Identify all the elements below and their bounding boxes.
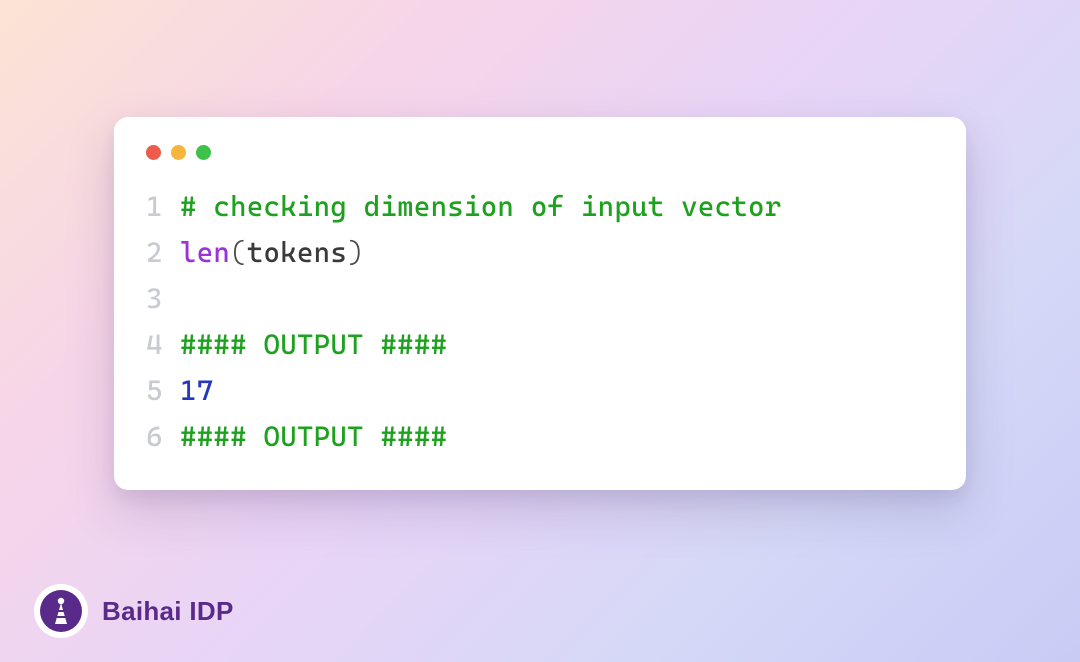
code-line: 6#### OUTPUT #### — [146, 414, 934, 460]
code-line: 1# checking dimension of input vector — [146, 184, 934, 230]
code-line: 4#### OUTPUT #### — [146, 322, 934, 368]
line-number: 2 — [146, 230, 180, 276]
code-token: # checking dimension of input vector — [180, 190, 781, 223]
line-content: #### OUTPUT #### — [180, 322, 447, 368]
window-controls — [146, 145, 934, 160]
line-number: 6 — [146, 414, 180, 460]
code-token: ( — [230, 236, 247, 269]
code-token: #### OUTPUT #### — [180, 328, 447, 361]
brand-logo — [34, 584, 88, 638]
code-line: 517 — [146, 368, 934, 414]
code-window: 1# checking dimension of input vector2le… — [114, 117, 966, 490]
line-content: #### OUTPUT #### — [180, 414, 447, 460]
code-token: tokens — [247, 236, 347, 269]
minimize-icon[interactable] — [171, 145, 186, 160]
branding: Baihai IDP — [34, 584, 234, 638]
maximize-icon[interactable] — [196, 145, 211, 160]
code-token: ) — [347, 236, 364, 269]
code-line: 3 — [146, 276, 934, 322]
brand-text: Baihai IDP — [102, 596, 234, 627]
line-number: 1 — [146, 184, 180, 230]
code-token: #### OUTPUT #### — [180, 420, 447, 453]
line-number: 4 — [146, 322, 180, 368]
line-number: 3 — [146, 276, 180, 322]
code-area: 1# checking dimension of input vector2le… — [146, 184, 934, 460]
line-content: 17 — [180, 368, 213, 414]
lighthouse-icon — [40, 590, 82, 632]
close-icon[interactable] — [146, 145, 161, 160]
line-content: len(tokens) — [180, 230, 364, 276]
code-line: 2len(tokens) — [146, 230, 934, 276]
line-number: 5 — [146, 368, 180, 414]
code-token: len — [180, 236, 230, 269]
line-content: # checking dimension of input vector — [180, 184, 781, 230]
code-token: 17 — [180, 374, 213, 407]
